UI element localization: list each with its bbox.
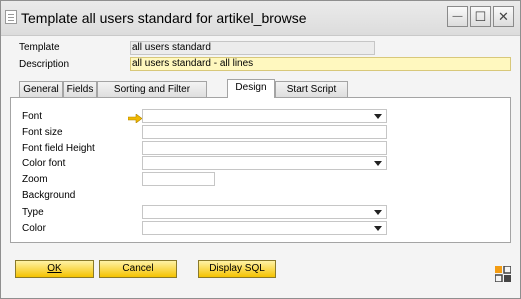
tab-design[interactable]: Design (227, 79, 275, 98)
tab-fields[interactable]: Fields (63, 81, 97, 97)
window-icon (5, 10, 17, 24)
type-select[interactable] (142, 205, 387, 219)
display-sql-button-label: Display SQL (209, 263, 265, 274)
minimize-button[interactable]: — (447, 6, 468, 27)
chevron-down-icon (374, 226, 382, 231)
minimize-icon: — (452, 10, 463, 22)
pointer-arrow-icon (128, 114, 142, 123)
color-font-label: Color font (22, 158, 66, 169)
maximize-button[interactable]: ☐ (470, 6, 491, 27)
color-font-select[interactable] (142, 156, 387, 170)
chevron-down-icon (374, 210, 382, 215)
font-select[interactable] (142, 109, 387, 123)
tab-general-label: General (23, 84, 59, 95)
template-field: all users standard (130, 41, 375, 55)
dialog-window: Template all users standard for artikel_… (0, 0, 521, 299)
tab-general[interactable]: General (19, 81, 63, 97)
font-field-height-label: Font field Height (22, 143, 95, 154)
close-icon: ✕ (498, 9, 509, 24)
description-field[interactable]: all users standard - all lines (130, 57, 511, 71)
tab-start-script[interactable]: Start Script (275, 81, 348, 97)
tab-start-script-label: Start Script (286, 84, 337, 95)
background-label: Background (22, 190, 76, 201)
ok-button[interactable]: OK (15, 260, 94, 278)
chevron-down-icon (374, 114, 382, 119)
font-field-height-field[interactable] (142, 141, 387, 155)
color-label: Color (22, 223, 46, 234)
window-title: Template all users standard for artikel_… (21, 10, 307, 26)
display-sql-button[interactable]: Display SQL (198, 260, 276, 278)
font-size-field[interactable] (142, 125, 387, 139)
type-label: Type (22, 207, 44, 218)
cancel-button-label: Cancel (122, 263, 154, 274)
cancel-button[interactable]: Cancel (99, 260, 177, 278)
chevron-down-icon (374, 161, 382, 166)
ok-button-label: OK (47, 263, 62, 274)
description-label: Description (19, 59, 70, 70)
close-button[interactable]: ✕ (493, 6, 514, 27)
font-size-label: Font size (22, 127, 63, 138)
zoom-field[interactable] (142, 172, 215, 186)
tab-fields-label: Fields (66, 84, 94, 95)
tab-design-label: Design (235, 82, 267, 93)
expand-icon[interactable] (495, 266, 511, 282)
zoom-label: Zoom (22, 174, 48, 185)
title-bar[interactable]: Template all users standard for artikel_… (1, 1, 520, 36)
tab-sorting-filter-label: Sorting and Filter (113, 84, 191, 95)
maximize-icon: ☐ (474, 9, 487, 24)
template-label: Template (19, 42, 60, 53)
font-label: Font (22, 111, 43, 122)
tab-sorting-filter[interactable]: Sorting and Filter (97, 81, 207, 97)
color-select[interactable] (142, 221, 387, 235)
